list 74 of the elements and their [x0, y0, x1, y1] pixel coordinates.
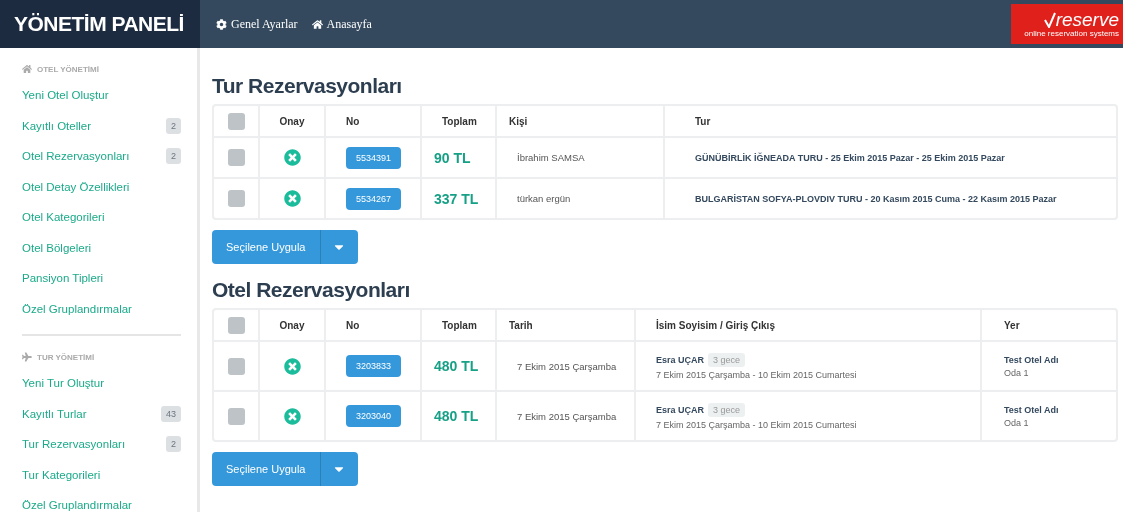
- reservation-number-button[interactable]: 5534391: [346, 146, 402, 169]
- guest-name: Esra UÇAR: [656, 404, 704, 415]
- stay-dates: 7 Ekim 2015 Çarşamba - 10 Ekim 2015 Cumartesi: [656, 419, 857, 430]
- dropdown-button[interactable]: [319, 230, 358, 264]
- sidebar-item[interactable]: Kayıtlı Oteller 2: [22, 110, 181, 141]
- guest-name: Esra UÇAR: [656, 354, 704, 365]
- checkbox[interactable]: [227, 357, 245, 375]
- column-header: No: [346, 319, 360, 331]
- apply-button[interactable]: Seçilene Uygula: [212, 230, 320, 264]
- column-header: Onay: [279, 115, 305, 127]
- total-price: 337 TL: [434, 190, 479, 207]
- sidebar-item[interactable]: Yeni Otel Oluştur: [22, 80, 181, 111]
- section-title: TUR YÖNETİMİ: [37, 352, 95, 362]
- sidebar-item[interactable]: Tur Kategorileri: [22, 459, 181, 490]
- tour-name: GÜNÜBİRLİK İĞNEADA TURU - 25 Ekim 2015 Pazar - 25 Ekim 2015 Pazar: [695, 152, 1005, 163]
- nights-badge: 3 gece: [708, 352, 746, 367]
- sidebar-item[interactable]: Otel Bölgeleri: [22, 232, 181, 263]
- hotel-name: Test Otel Adı: [1004, 354, 1059, 365]
- sidebar-item[interactable]: Özel Gruplandırmalar: [22, 293, 181, 324]
- column-header: İsim Soyisim / Giriş Çıkış: [656, 319, 775, 331]
- room-name: Oda 1: [1004, 367, 1029, 378]
- section-heading: Otel Rezervasyonları: [212, 278, 411, 302]
- column-header: Onay: [279, 319, 305, 331]
- home-icon: [311, 18, 323, 30]
- sidebar-item[interactable]: Özel Gruplandırmalar: [22, 490, 181, 512]
- count-badge: 2: [166, 436, 181, 453]
- column-header: Tur: [695, 115, 711, 127]
- column-header: No: [346, 115, 360, 127]
- sidebar-item[interactable]: Kayıtlı Turlar 43: [22, 398, 181, 429]
- hotel-name: Test Otel Adı: [1004, 404, 1059, 415]
- section-title: OTEL YÖNETİMİ: [37, 64, 99, 74]
- person-name: İbrahim SAMSA: [517, 152, 585, 163]
- reservation-number-button[interactable]: 5534267: [346, 187, 402, 210]
- checkbox[interactable]: [227, 407, 245, 425]
- checkbox[interactable]: [227, 112, 245, 130]
- reservation-number-button[interactable]: 3203040: [346, 405, 402, 427]
- nav-link[interactable]: Genel Ayarlar: [216, 16, 298, 32]
- room-name: Oda 1: [1004, 417, 1029, 428]
- checkbox[interactable]: [227, 149, 245, 166]
- home-icon: [22, 64, 32, 74]
- column-header: Tarih: [509, 319, 533, 331]
- sidebar-item[interactable]: Yeni Tur Oluştur: [22, 368, 181, 399]
- reservation-date: 7 Ekim 2015 Çarşamba: [517, 410, 617, 422]
- column-header: Kişi: [509, 115, 528, 127]
- reservation-number-button[interactable]: 3203833: [346, 355, 402, 377]
- sidebar-item[interactable]: Pansiyon Tipleri: [22, 263, 181, 294]
- tour-name: BULGARİSTAN SOFYA-PLOVDIV TURU - 20 Kasım 2015 Cuma - 22 Kasım 2015 Pazar: [695, 193, 1057, 204]
- count-badge: 43: [161, 405, 181, 422]
- total-price: 90 TL: [434, 149, 471, 166]
- dropdown-button[interactable]: [319, 452, 358, 486]
- sidebar-item[interactable]: Tur Rezervasyonları 2: [22, 429, 181, 460]
- sidebar-item[interactable]: Otel Kategorileri: [22, 202, 181, 233]
- count-badge: 2: [166, 148, 181, 165]
- sidebar-item[interactable]: Otel Detay Özellikleri: [22, 171, 181, 202]
- total-price: 480 TL: [434, 358, 479, 374]
- reservation-date: 7 Ekim 2015 Çarşamba: [517, 360, 617, 372]
- checkbox[interactable]: [227, 316, 245, 334]
- column-header: Toplam: [442, 319, 477, 331]
- stay-dates: 7 Ekim 2015 Çarşamba - 10 Ekim 2015 Cumartesi: [656, 369, 857, 380]
- column-header: Toplam: [442, 115, 477, 127]
- brand-title: YÖNETİM PANELİ: [0, 0, 200, 48]
- nights-badge: 3 gece: [708, 402, 746, 417]
- settings-icon: [216, 18, 227, 30]
- person-name: türkan ergün: [517, 193, 571, 204]
- column-header: Yer: [1004, 319, 1020, 331]
- total-price: 480 TL: [434, 408, 479, 424]
- sidebar-item[interactable]: Otel Rezervasyonları 2: [22, 141, 181, 172]
- apply-button[interactable]: Seçilene Uygula: [212, 452, 320, 486]
- count-badge: 2: [166, 117, 181, 134]
- nav-link[interactable]: Anasayfa: [311, 16, 372, 32]
- checkbox[interactable]: [227, 190, 245, 207]
- logo: reserve online reservation systems: [1011, 4, 1123, 44]
- section-heading: Tur Rezervasyonları: [212, 74, 403, 98]
- airplane-icon: [22, 352, 32, 362]
